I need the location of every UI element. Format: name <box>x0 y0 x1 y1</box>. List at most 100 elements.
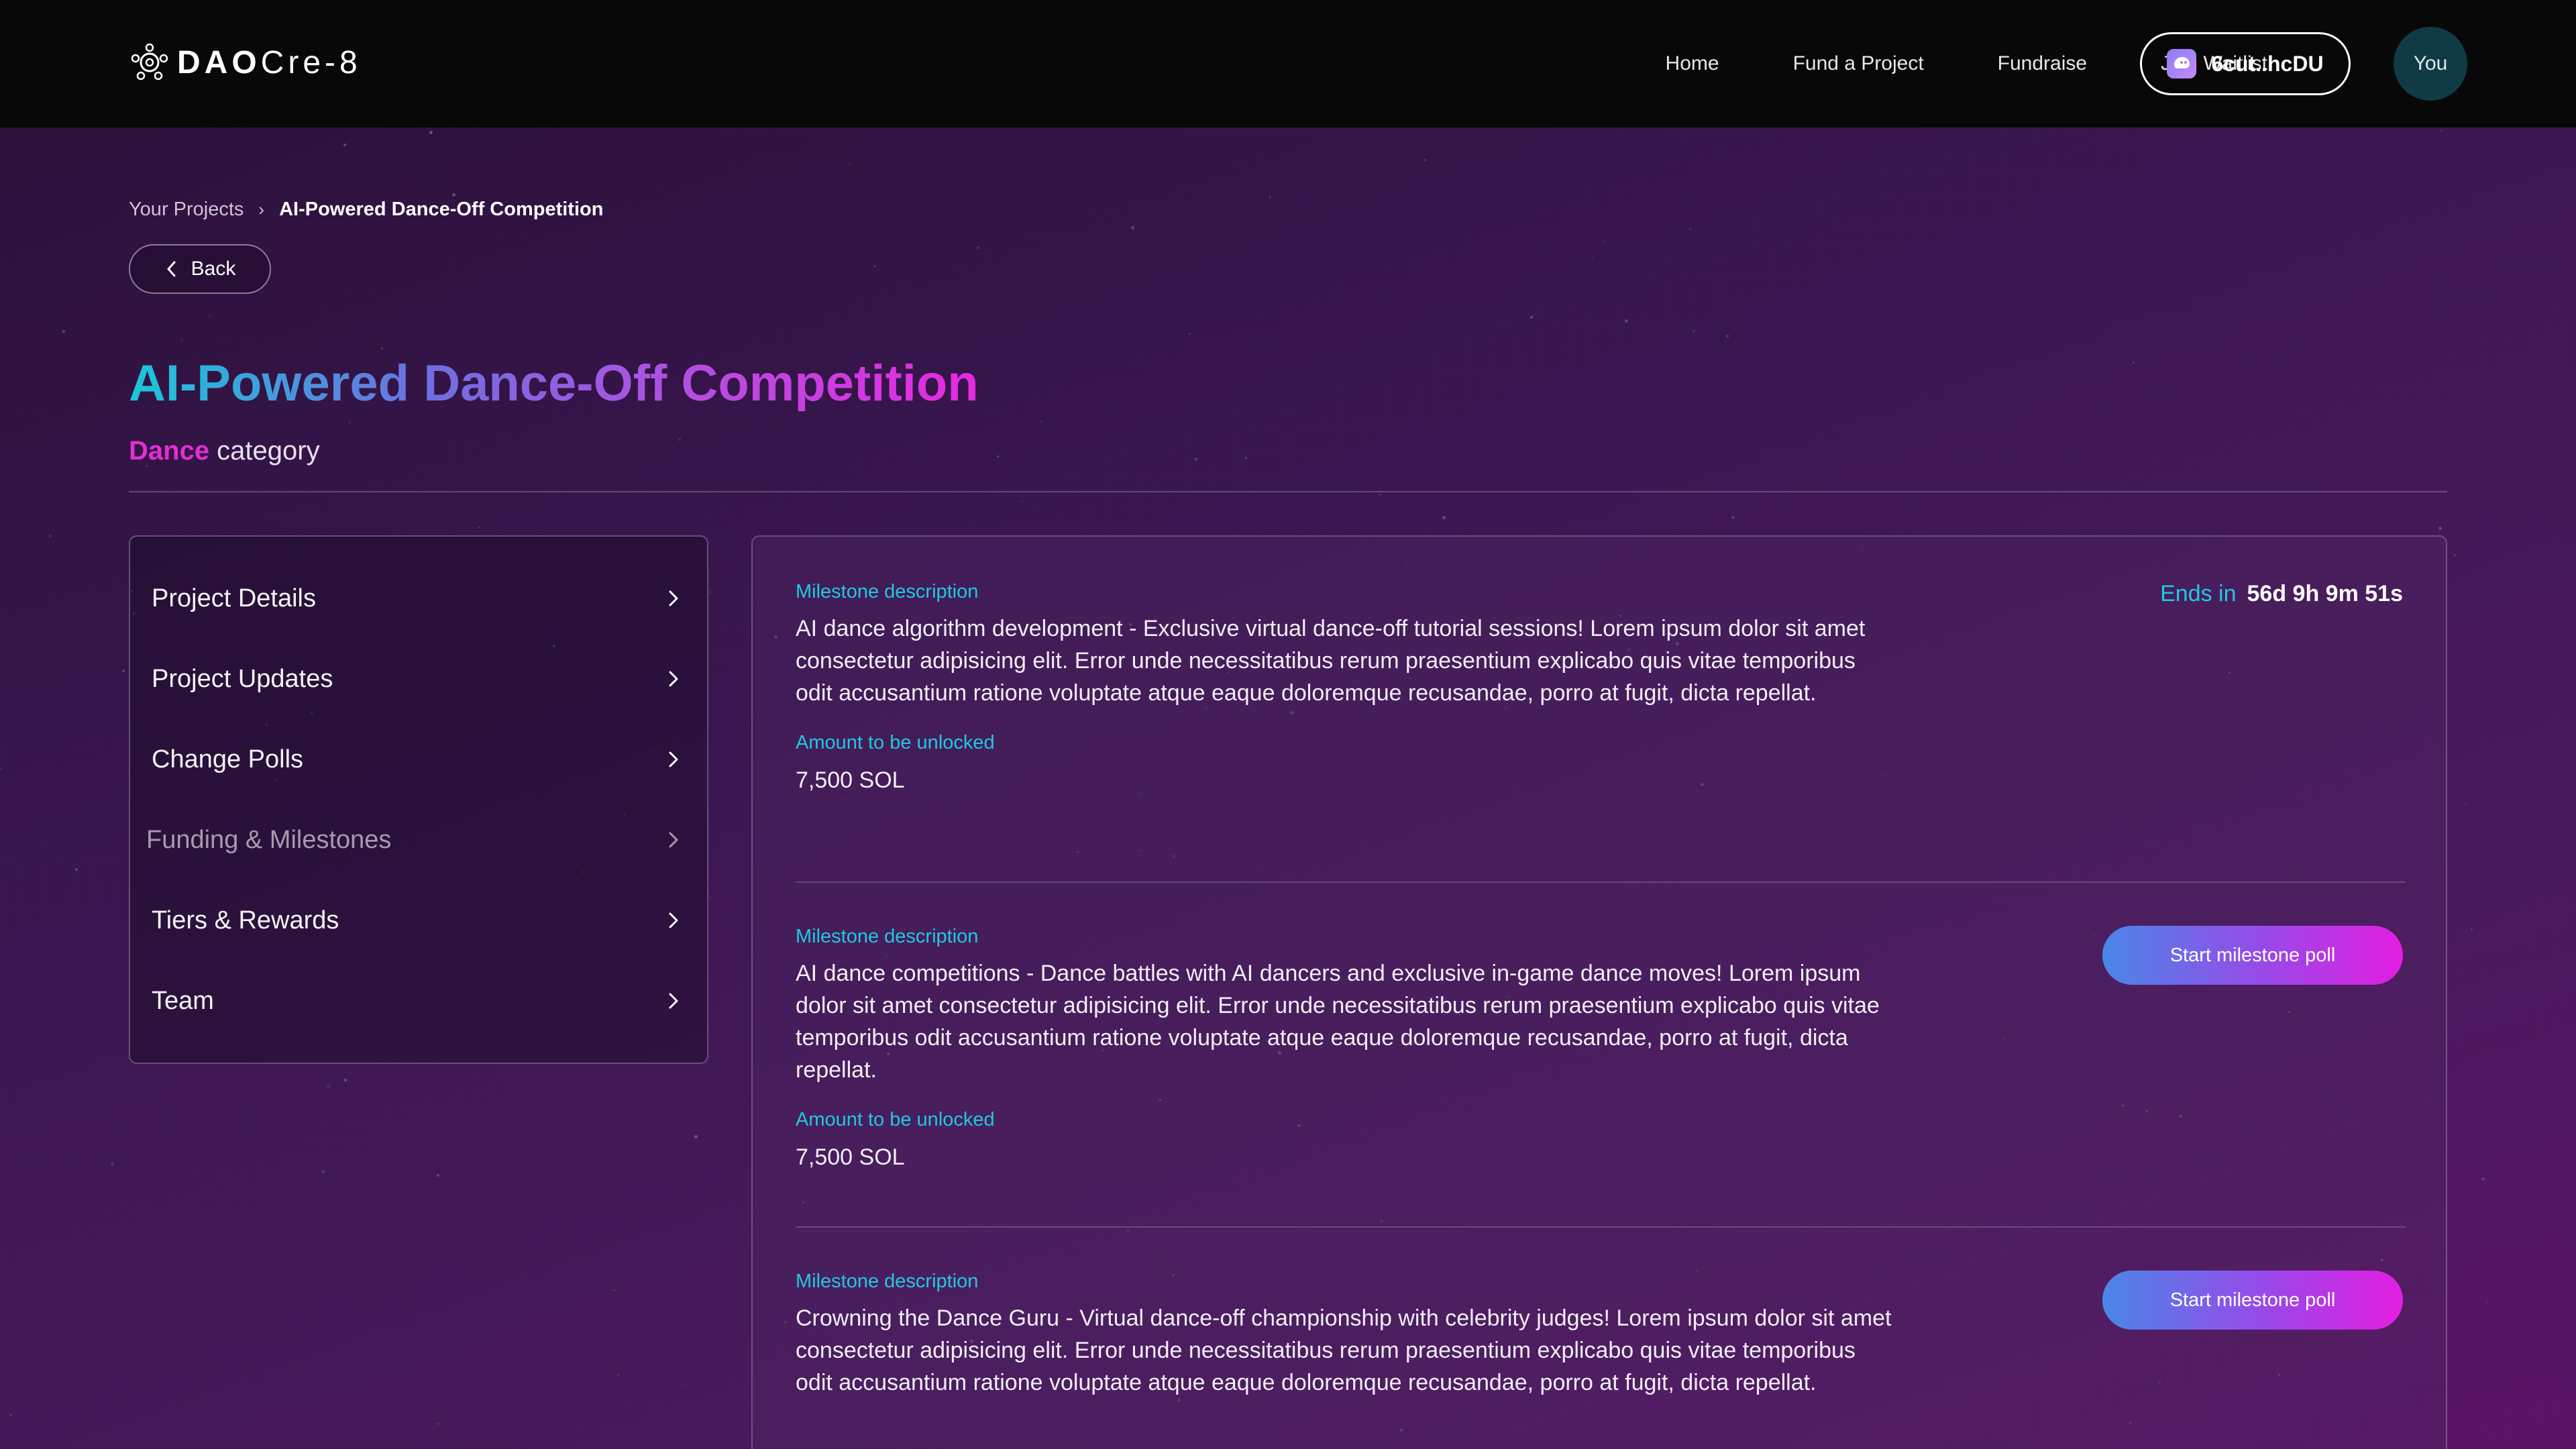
amount-label: Amount to be unlocked <box>796 732 995 753</box>
chevron-right-icon <box>669 751 678 767</box>
chevron-right-icon <box>669 912 678 928</box>
star-dot <box>1040 421 1042 423</box>
milestone-description-label: Milestone description <box>796 581 979 602</box>
star-dot <box>75 868 78 871</box>
star-dot <box>381 347 383 350</box>
project-sidebar: Project Details Project Updates Change P… <box>129 535 708 1064</box>
category-suffix: category <box>209 436 320 466</box>
top-navigation-bar: DAOCre-8 Home Fund a Project Fundraise J… <box>0 0 2576 127</box>
star-dot <box>437 1174 439 1177</box>
star-dot <box>2438 527 2442 530</box>
milestone-description: Crowning the Dance Guru - Virtual dance-… <box>796 1305 1892 1395</box>
category-name: Dance <box>129 436 210 466</box>
star-dot <box>1625 319 1628 323</box>
project-category: Dance category <box>129 436 320 466</box>
star-dot <box>437 1423 439 1425</box>
milestone-description-label: Milestone description <box>796 1271 979 1292</box>
star-dot <box>122 669 125 672</box>
star-dot <box>34 449 36 451</box>
star-dot <box>2440 129 2443 131</box>
star-dot <box>344 1079 347 1081</box>
star-dot <box>1693 330 1695 333</box>
nav-home[interactable]: Home <box>1666 52 1719 75</box>
sidebar-item-label: Funding & Milestones <box>146 825 392 854</box>
amount-value: 7,500 SOL <box>796 1144 905 1170</box>
star-dot <box>1021 500 1022 502</box>
nav-fundraise[interactable]: Fundraise <box>1998 52 2087 75</box>
milestone-description-label: Milestone description <box>796 926 979 947</box>
wallet-button[interactable]: 6cut..hcDU <box>2140 32 2351 95</box>
sidebar-item-project-updates[interactable]: Project Updates <box>130 639 707 719</box>
star-dot <box>849 163 851 164</box>
star-dot <box>694 1135 698 1138</box>
sidebar-item-funding-milestones[interactable]: Funding & Milestones <box>130 800 707 880</box>
breadcrumb-separator-icon: › <box>258 199 265 219</box>
star-dot <box>452 193 455 197</box>
star-dot <box>478 527 480 528</box>
star-dot <box>685 1385 686 1386</box>
milestone-divider <box>796 1226 2406 1228</box>
sidebar-item-label: Change Polls <box>152 745 304 773</box>
star-dot <box>321 1170 325 1173</box>
star-dot <box>1731 516 1735 519</box>
milestone-description: AI dance algorithm development - Exclusi… <box>796 616 1866 706</box>
star-dot <box>1245 457 1247 459</box>
title-divider <box>129 491 2447 492</box>
star-dot <box>1189 333 1191 335</box>
nav-fund-a-project[interactable]: Fund a Project <box>1793 52 1924 75</box>
star-dot <box>209 316 211 317</box>
star-dot <box>1530 316 1533 319</box>
logo[interactable]: DAOCre-8 <box>129 42 362 83</box>
star-dot <box>2481 1177 2485 1181</box>
star-dot <box>2465 804 2466 805</box>
wallet-address: 6cut..hcDU <box>2211 51 2324 76</box>
star-dot <box>1194 458 1197 461</box>
star-dot <box>678 438 681 441</box>
sidebar-item-team[interactable]: Team <box>130 961 707 1041</box>
chevron-right-icon <box>669 671 678 687</box>
star-dot <box>1379 494 1381 496</box>
sidebar-item-tiers-rewards[interactable]: Tiers & Rewards <box>130 880 707 961</box>
star-dot <box>873 265 876 268</box>
user-avatar[interactable]: You <box>2394 27 2467 101</box>
sidebar-item-change-polls[interactable]: Change Polls <box>130 719 707 800</box>
star-dot <box>977 246 979 249</box>
star-dot <box>181 339 182 341</box>
breadcrumb-current: AI-Powered Dance-Off Competition <box>279 199 604 220</box>
star-dot <box>1603 241 1605 243</box>
star-dot <box>62 330 65 333</box>
star-dot <box>1689 228 1691 230</box>
star-dot <box>1131 226 1134 229</box>
logo-icon <box>131 43 168 80</box>
star-dot <box>111 1163 114 1166</box>
chevron-right-icon <box>669 590 678 606</box>
chevron-right-icon <box>669 993 678 1009</box>
star-dot <box>1424 159 1426 161</box>
star-dot <box>0 767 2 769</box>
phantom-wallet-icon <box>2167 49 2197 78</box>
star-dot <box>2031 307 2032 308</box>
star-dot <box>709 591 711 593</box>
star-dot <box>1442 516 1446 519</box>
star-dot <box>1810 146 1811 148</box>
star-dot <box>9 1413 12 1416</box>
sidebar-item-label: Project Updates <box>152 664 333 693</box>
back-button[interactable]: Back <box>129 244 271 294</box>
sidebar-item-label: Team <box>152 986 214 1015</box>
star-dot <box>429 131 433 134</box>
star-dot <box>2471 928 2473 930</box>
star-dot <box>1681 138 1682 139</box>
star-dot <box>433 176 435 178</box>
breadcrumb-your-projects[interactable]: Your Projects <box>129 199 244 221</box>
milestone-divider <box>796 881 2406 883</box>
star-dot <box>2487 1302 2488 1303</box>
sidebar-item-project-details[interactable]: Project Details <box>130 558 707 639</box>
star-dot <box>997 455 999 458</box>
milestone-description: AI dance competitions - Dance battles wi… <box>796 961 1880 1083</box>
star-dot <box>613 1289 615 1291</box>
logo-text: DAOCre-8 <box>177 44 362 80</box>
sidebar-item-label: Tiers & Rewards <box>152 906 339 934</box>
sidebar-item-label: Project Details <box>152 584 316 612</box>
project-title: AI-Powered Dance-Off Competition <box>129 355 979 412</box>
star-dot <box>343 144 346 146</box>
